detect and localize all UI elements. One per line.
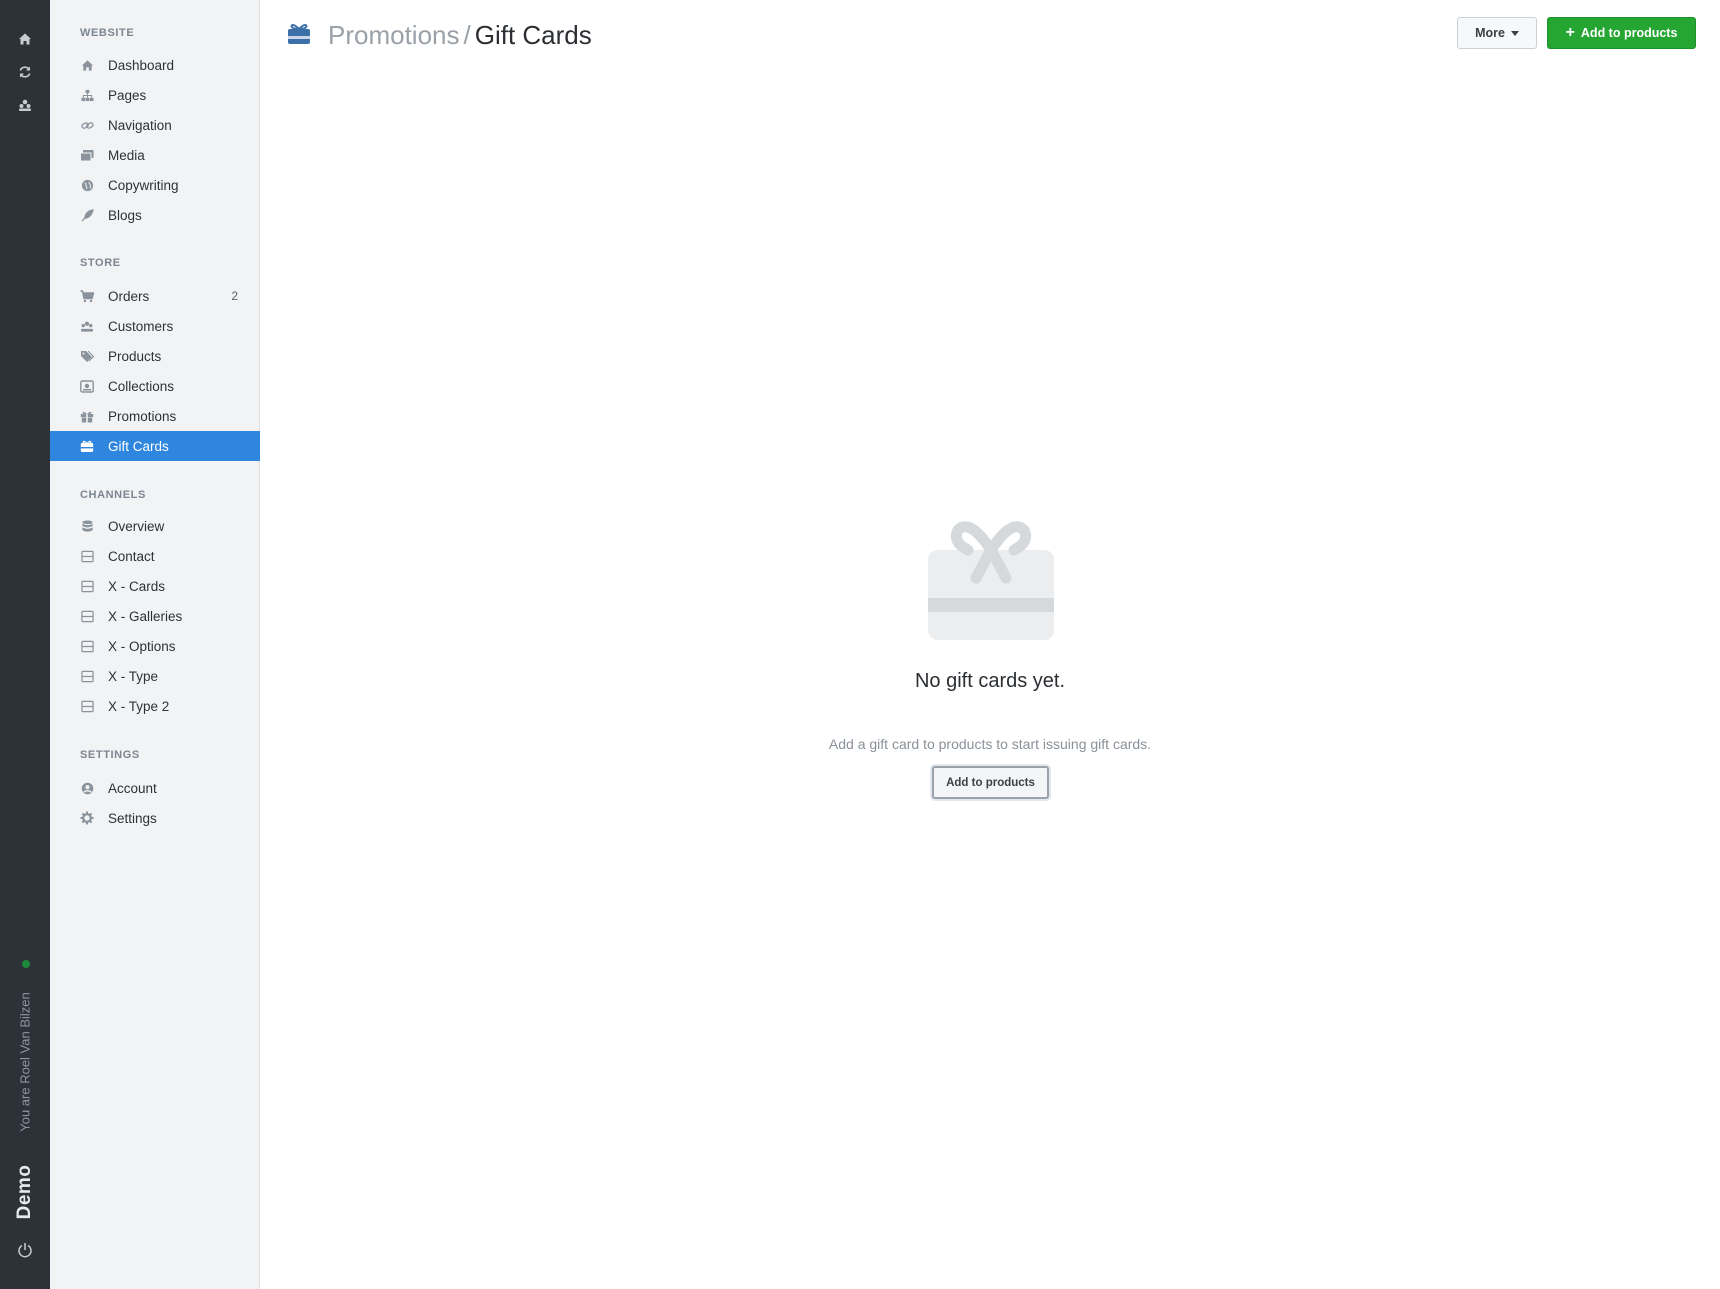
section-title-store: STORE [80, 257, 121, 269]
sidebar-item-promotions[interactable]: Promotions [50, 401, 260, 431]
sidebar-item-products[interactable]: Products [50, 341, 260, 371]
home-icon [80, 58, 94, 72]
sidebar-item-navigation[interactable]: Navigation [50, 110, 260, 140]
sidebar-item-x-type[interactable]: X - Type [50, 661, 260, 691]
add-button-label: Add to products [1580, 26, 1678, 40]
refresh-icon[interactable] [15, 62, 35, 82]
home-icon[interactable] [15, 29, 35, 49]
sidebar-item-label: Gift Cards [108, 438, 169, 454]
users-icon[interactable] [15, 95, 35, 115]
sidebar-item-label: Promotions [108, 408, 177, 424]
sidebar-item-x-type-2[interactable]: X - Type 2 [50, 691, 260, 721]
gift-card-icon [287, 23, 311, 45]
sidebar-item-copywriting[interactable]: Copywriting [50, 170, 260, 200]
sidebar-item-label: X - Type [108, 668, 159, 684]
sidebar-item-overview[interactable]: Overview [50, 511, 260, 541]
cart-icon [80, 289, 94, 303]
sidebar-item-label: Navigation [108, 117, 172, 133]
empty-state-subtitle: Add a gift card to products to start iss… [828, 736, 1152, 752]
sidebar-item-label: Customers [108, 318, 174, 334]
sidebar-item-pages[interactable]: Pages [50, 80, 260, 110]
sidebar-item-label: X - Type 2 [108, 698, 170, 714]
sidebar-item-account[interactable]: Account [50, 773, 260, 803]
sitemap-icon [80, 88, 94, 102]
app-rail: You are Roel Van Bilzen Demo [0, 0, 50, 1289]
user-circle-icon [80, 781, 94, 795]
images-icon [80, 148, 94, 162]
sidebar-item-contact[interactable]: Contact [50, 541, 260, 571]
sidebar-item-label: X - Cards [108, 578, 166, 594]
globe-icon [80, 178, 94, 192]
form-icon [80, 699, 94, 713]
users-icon [80, 319, 94, 333]
sidebar-item-blogs[interactable]: Blogs [50, 200, 260, 230]
breadcrumb-separator: / [463, 20, 471, 50]
sidebar-item-media[interactable]: Media [50, 140, 260, 170]
status-dot [22, 960, 30, 968]
sidebar-item-label: Orders [108, 288, 150, 304]
database-icon [80, 519, 94, 533]
sidebar: WEBSITE Dashboard Pages Navigation Media… [50, 0, 260, 1289]
breadcrumb-parent-link[interactable]: Promotions [328, 20, 460, 50]
sidebar-item-x-galleries[interactable]: X - Galleries [50, 601, 260, 631]
caret-down-icon [1510, 31, 1519, 36]
add-to-products-button[interactable]: + Add to products [1547, 17, 1696, 49]
sidebar-item-label: Dashboard [108, 57, 175, 73]
feather-icon [80, 208, 94, 222]
sidebar-item-dashboard[interactable]: Dashboard [50, 50, 260, 80]
sidebar-item-x-cards[interactable]: X - Cards [50, 571, 260, 601]
link-icon [80, 118, 94, 132]
sidebar-item-gift-cards[interactable]: Gift Cards [50, 431, 260, 461]
form-icon [80, 639, 94, 653]
sidebar-item-x-options[interactable]: X - Options [50, 631, 260, 661]
sidebar-item-collections[interactable]: Collections [50, 371, 260, 401]
tags-icon [80, 349, 94, 363]
empty-state-title: No gift cards yet. [914, 670, 1066, 692]
page-title: Gift Cards [474, 20, 592, 50]
sidebar-item-customers[interactable]: Customers [50, 311, 260, 341]
sidebar-item-label: Contact [108, 548, 155, 564]
sidebar-item-label: Blogs [108, 207, 142, 223]
sidebar-item-label: X - Galleries [108, 608, 183, 624]
more-dropdown-button[interactable]: More [1457, 17, 1537, 49]
gear-icon [80, 811, 94, 825]
form-icon [80, 669, 94, 683]
breadcrumb: Promotions / Gift Cards [328, 18, 592, 52]
sidebar-item-label: Overview [108, 518, 165, 534]
sidebar-item-label: Copywriting [108, 177, 179, 193]
form-icon [80, 549, 94, 563]
empty-add-to-products-button[interactable]: Add to products [932, 766, 1049, 799]
more-button-label: More [1475, 26, 1505, 40]
gift-icon [928, 520, 1054, 640]
sidebar-item-label: Pages [108, 87, 147, 103]
brand-label[interactable]: Demo [14, 1165, 36, 1220]
sidebar-item-label: Collections [108, 378, 175, 394]
sidebar-item-label: Settings [108, 810, 157, 826]
section-title-channels: CHANNELS [80, 489, 146, 501]
sidebar-item-label: X - Options [108, 638, 176, 654]
section-title-settings: SETTINGS [80, 749, 140, 761]
collection-icon [80, 379, 94, 393]
sidebar-item-label: Account [108, 780, 157, 796]
gift-icon [80, 409, 94, 423]
sidebar-item-label: Products [108, 348, 162, 364]
sidebar-item-settings[interactable]: Settings [50, 803, 260, 833]
power-icon[interactable] [15, 1240, 35, 1260]
form-icon [80, 609, 94, 623]
sidebar-item-orders[interactable]: Orders 2 [50, 281, 260, 311]
gift-card-icon [80, 439, 94, 453]
plus-icon: + [1565, 24, 1575, 41]
section-title-website: WEBSITE [80, 27, 135, 39]
user-label: You are Roel Van Bilzen [17, 992, 33, 1132]
orders-count-badge: 2 [231, 289, 238, 303]
sidebar-item-label: Media [108, 147, 145, 163]
form-icon [80, 579, 94, 593]
